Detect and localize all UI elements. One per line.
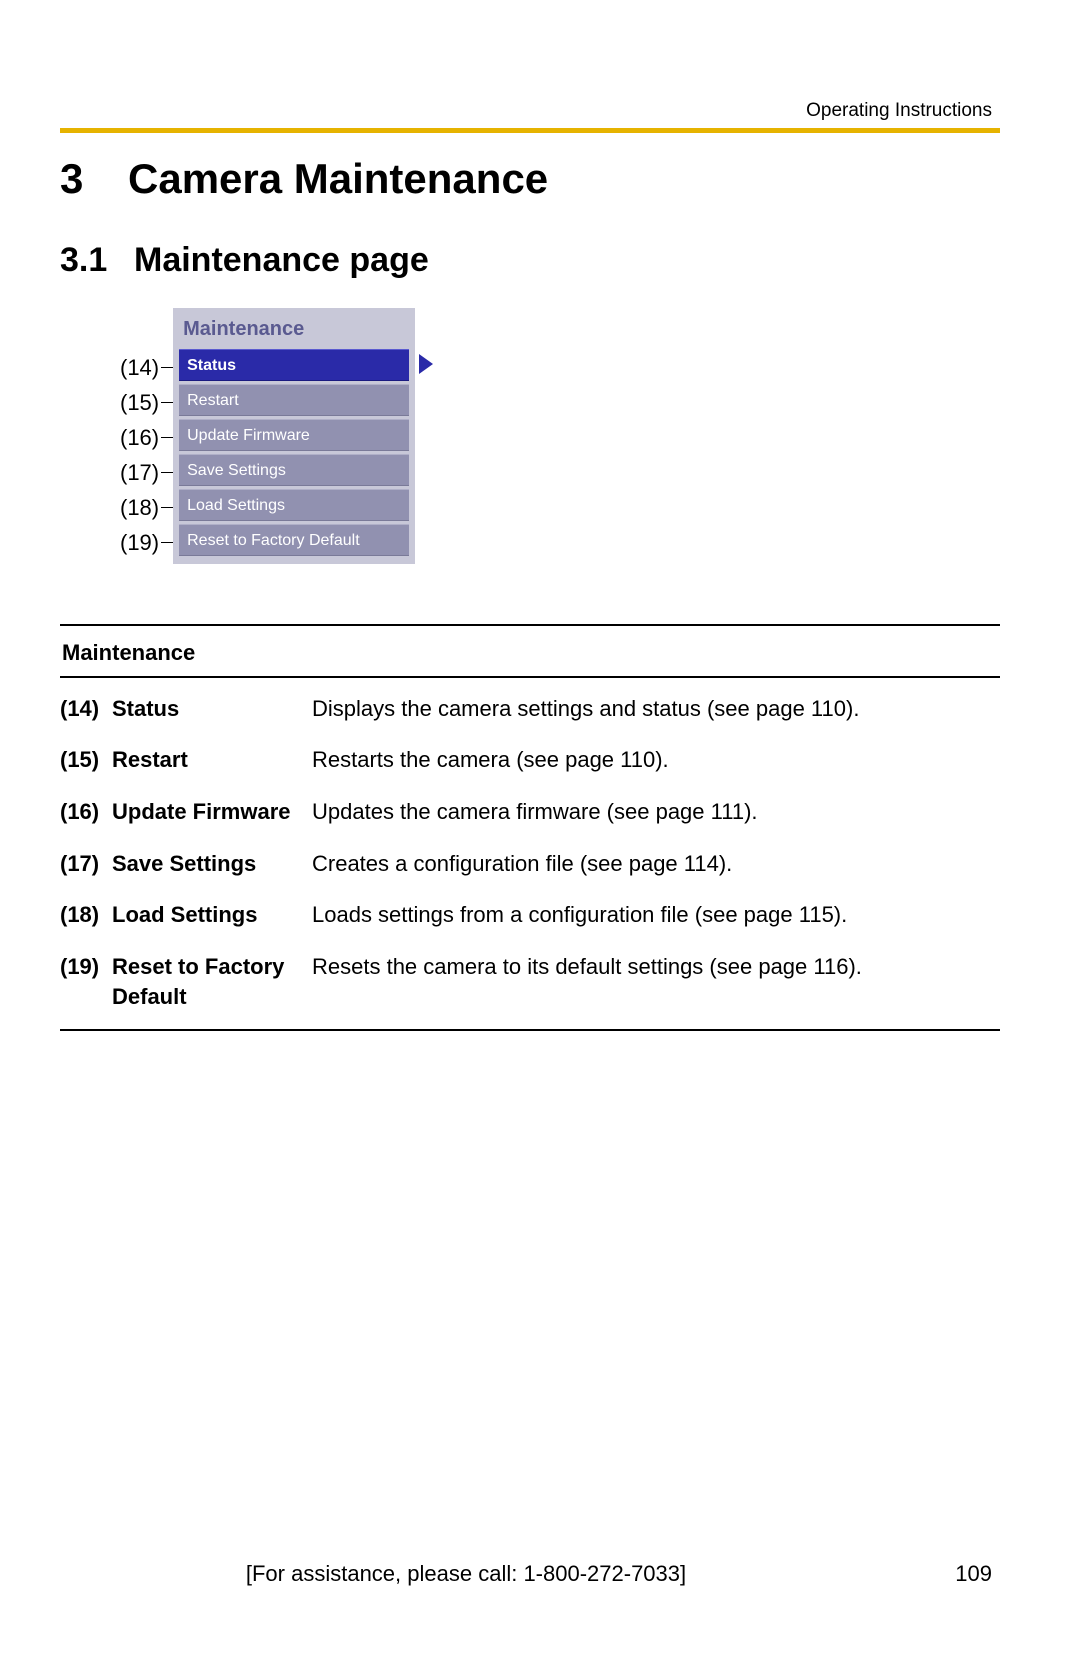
footer-page-number: 109 [932, 1561, 992, 1587]
table-row: (15) Restart Restarts the camera (see pa… [60, 745, 1000, 775]
maintenance-menu-panel: Maintenance Status Restart Update Firmwa… [173, 308, 415, 564]
callout-17: (17) [120, 455, 173, 490]
row-label: Reset to Factory Default [112, 952, 312, 1011]
row-label: Restart [112, 745, 312, 775]
callout-column: (14) (15) (16) (17) (18) (19) [120, 350, 173, 560]
subsection-number: 3.1 [60, 241, 134, 280]
row-text: Creates a configuration file (see page 1… [312, 849, 1000, 879]
page-footer: [For assistance, please call: 1-800-272-… [0, 1561, 1080, 1587]
menu-item-load-settings[interactable]: Load Settings [179, 489, 409, 521]
callout-16: (16) [120, 420, 173, 455]
row-label: Status [112, 694, 312, 724]
divider [60, 624, 1000, 626]
menu-item-restart[interactable]: Restart [179, 384, 409, 416]
subsection-heading: 3.1 Maintenance page [60, 241, 1000, 280]
table-title: Maintenance [60, 640, 1000, 666]
menu-figure: (14) (15) (16) (17) (18) (19) Maintenanc… [120, 308, 1000, 564]
divider-end [60, 1029, 1000, 1031]
table-row: (19) Reset to Factory Default Resets the… [60, 952, 1000, 1011]
footer-assist: [For assistance, please call: 1-800-272-… [0, 1561, 932, 1587]
callout-14: (14) [120, 350, 173, 385]
table-row: (16) Update Firmware Updates the camera … [60, 797, 1000, 827]
row-text: Updates the camera firmware (see page 11… [312, 797, 1000, 827]
section-title: Camera Maintenance [128, 155, 548, 203]
menu-item-status[interactable]: Status [179, 349, 409, 381]
row-text: Displays the camera settings and status … [312, 694, 1000, 724]
row-label: Load Settings [112, 900, 312, 930]
subsection-title: Maintenance page [134, 241, 429, 280]
divider-thin [60, 676, 1000, 678]
row-label: Update Firmware [112, 797, 312, 827]
table-row: (18) Load Settings Loads settings from a… [60, 900, 1000, 930]
description-table: (14) Status Displays the camera settings… [60, 694, 1000, 1012]
table-row: (17) Save Settings Creates a configurati… [60, 849, 1000, 879]
row-num: (14) [60, 694, 112, 724]
row-num: (17) [60, 849, 112, 879]
menu-title: Maintenance [179, 314, 409, 349]
row-num: (19) [60, 952, 112, 982]
row-text: Loads settings from a configuration file… [312, 900, 1000, 930]
row-num: (16) [60, 797, 112, 827]
callout-15: (15) [120, 385, 173, 420]
menu-item-reset-factory[interactable]: Reset to Factory Default [179, 524, 409, 556]
row-text: Resets the camera to its default setting… [312, 952, 1000, 982]
triangle-right-icon [419, 354, 433, 374]
menu-item-update-firmware[interactable]: Update Firmware [179, 419, 409, 451]
row-num: (15) [60, 745, 112, 775]
row-label: Save Settings [112, 849, 312, 879]
header-label: Operating Instructions [60, 100, 1000, 122]
row-text: Restarts the camera (see page 110). [312, 745, 1000, 775]
callout-18: (18) [120, 490, 173, 525]
divider-gold [60, 128, 1000, 133]
section-number: 3 [60, 155, 128, 203]
row-num: (18) [60, 900, 112, 930]
section-heading: 3 Camera Maintenance [60, 155, 1000, 203]
menu-item-save-settings[interactable]: Save Settings [179, 454, 409, 486]
callout-19: (19) [120, 525, 173, 560]
table-row: (14) Status Displays the camera settings… [60, 694, 1000, 724]
